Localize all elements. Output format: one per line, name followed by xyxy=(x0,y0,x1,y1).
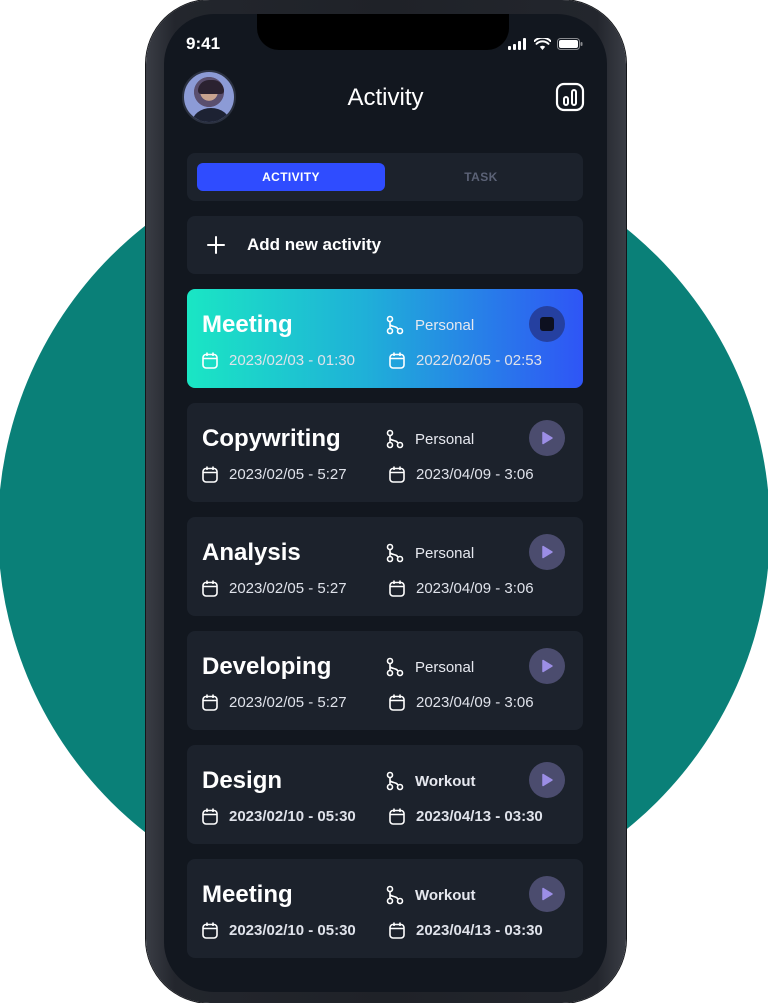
category-label: Workout xyxy=(415,772,476,790)
calendar-icon xyxy=(202,352,218,369)
end-date-text: 2023/04/13 - 03:30 xyxy=(416,808,543,825)
activity-card[interactable]: Meeting Workout 2023/02/10 - 05:30 2023/… xyxy=(187,859,583,958)
activity-dates: 2023/02/10 - 05:30 2023/04/13 - 03:30 xyxy=(202,922,572,939)
category-label: Workout xyxy=(415,886,476,904)
play-icon xyxy=(542,773,553,787)
page-title: Activity xyxy=(347,84,424,111)
activity-category: Personal xyxy=(385,429,474,449)
calendar-icon xyxy=(389,580,405,597)
activity-card[interactable]: Copywriting Personal 2023/02/05 - 5:27 2… xyxy=(187,403,583,502)
calendar-icon xyxy=(202,922,218,939)
activity-category: Workout xyxy=(385,771,476,791)
activity-title: Developing xyxy=(202,653,332,680)
end-date: 2023/04/13 - 03:30 xyxy=(389,808,543,825)
tab-task[interactable]: TASK xyxy=(387,163,575,191)
activity-title: Copywriting xyxy=(202,425,341,452)
calendar-icon xyxy=(202,580,218,597)
end-date-text: 2023/04/09 - 3:06 xyxy=(416,694,534,711)
play-button[interactable] xyxy=(529,762,565,798)
calendar-icon xyxy=(202,694,218,711)
activity-category: Personal xyxy=(385,543,474,563)
start-date-text: 2023/02/10 - 05:30 xyxy=(229,922,356,939)
activity-dates: 2023/02/10 - 05:30 2023/04/13 - 03:30 xyxy=(202,808,572,825)
calendar-icon xyxy=(389,922,405,939)
end-date: 2023/04/13 - 03:30 xyxy=(389,922,543,939)
status-icons xyxy=(508,38,583,50)
start-date-text: 2023/02/10 - 05:30 xyxy=(229,808,356,825)
start-date-text: 2023/02/05 - 5:27 xyxy=(229,694,347,711)
activity-card[interactable]: Analysis Personal 2023/02/05 - 5:27 2023… xyxy=(187,517,583,616)
calendar-icon xyxy=(202,466,218,483)
wifi-icon xyxy=(534,38,551,50)
tab-bar: ACTIVITY TASK xyxy=(187,153,583,201)
start-date-text: 2023/02/03 - 01:30 xyxy=(229,352,355,369)
branch-icon xyxy=(386,771,404,791)
activity-category: Workout xyxy=(385,885,476,905)
activity-card[interactable]: Developing Personal 2023/02/05 - 5:27 20… xyxy=(187,631,583,730)
activity-dates: 2023/02/05 - 5:27 2023/04/09 - 3:06 xyxy=(202,466,572,483)
tab-activity[interactable]: ACTIVITY xyxy=(197,163,385,191)
category-label: Personal xyxy=(415,430,475,448)
end-date: 2023/04/09 - 3:06 xyxy=(389,466,534,483)
calendar-icon xyxy=(389,466,405,483)
activity-title: Meeting xyxy=(202,881,293,908)
calendar-icon xyxy=(389,694,405,711)
end-date-text: 2023/04/13 - 03:30 xyxy=(416,922,543,939)
status-time: 9:41 xyxy=(186,34,221,53)
add-activity-button[interactable]: Add new activity xyxy=(187,216,583,274)
activity-title: Design xyxy=(202,767,283,794)
play-button[interactable] xyxy=(529,876,565,912)
start-date: 2023/02/03 - 01:30 xyxy=(202,352,389,369)
end-date-text: 2023/04/09 - 3:06 xyxy=(416,580,534,597)
branch-icon xyxy=(386,657,404,677)
signal-icon xyxy=(508,38,526,50)
end-date: 2023/04/09 - 3:06 xyxy=(389,580,534,597)
play-button[interactable] xyxy=(529,648,565,684)
category-label: Personal xyxy=(415,316,475,334)
bar-chart-icon[interactable] xyxy=(555,82,585,112)
activity-dates: 2023/02/05 - 5:27 2023/04/09 - 3:06 xyxy=(202,694,572,711)
plus-icon xyxy=(207,236,225,254)
battery-icon xyxy=(557,38,583,50)
activity-title: Analysis xyxy=(202,539,301,566)
activity-dates: 2023/02/03 - 01:30 2022/02/05 - 02:53 xyxy=(202,352,572,369)
end-date: 2022/02/05 - 02:53 xyxy=(389,352,542,369)
stop-icon xyxy=(540,317,554,331)
activity-card[interactable]: Meeting Personal 2023/02/03 - 01:30 2022… xyxy=(187,289,583,388)
play-icon xyxy=(542,431,553,445)
notch xyxy=(257,14,509,50)
branch-icon xyxy=(386,315,404,335)
add-activity-label: Add new activity xyxy=(247,235,382,254)
calendar-icon xyxy=(202,808,218,825)
start-date: 2023/02/05 - 5:27 xyxy=(202,694,389,711)
play-icon xyxy=(542,545,553,559)
start-date: 2023/02/05 - 5:27 xyxy=(202,466,389,483)
branch-icon xyxy=(386,885,404,905)
play-button[interactable] xyxy=(529,420,565,456)
phone-screen: 9:41 Activity ACTIVITY TASK Add new acti… xyxy=(164,14,607,992)
start-date-text: 2023/02/05 - 5:27 xyxy=(229,580,347,597)
end-date-text: 2023/04/09 - 3:06 xyxy=(416,466,534,483)
start-date: 2023/02/10 - 05:30 xyxy=(202,922,389,939)
stop-button[interactable] xyxy=(529,306,565,342)
activity-title: Meeting xyxy=(202,311,293,338)
play-icon xyxy=(542,887,553,901)
start-date: 2023/02/05 - 5:27 xyxy=(202,580,389,597)
activity-category: Personal xyxy=(385,315,474,335)
category-label: Personal xyxy=(415,658,475,676)
play-icon xyxy=(542,659,553,673)
calendar-icon xyxy=(389,352,405,369)
category-label: Personal xyxy=(415,544,475,562)
start-date-text: 2023/02/05 - 5:27 xyxy=(229,466,347,483)
end-date-text: 2022/02/05 - 02:53 xyxy=(416,352,542,369)
play-button[interactable] xyxy=(529,534,565,570)
activity-card[interactable]: Design Workout 2023/02/10 - 05:30 2023/0… xyxy=(187,745,583,844)
calendar-icon xyxy=(389,808,405,825)
branch-icon xyxy=(386,429,404,449)
activity-category: Personal xyxy=(385,657,474,677)
activity-dates: 2023/02/05 - 5:27 2023/04/09 - 3:06 xyxy=(202,580,572,597)
branch-icon xyxy=(386,543,404,563)
end-date: 2023/04/09 - 3:06 xyxy=(389,694,534,711)
start-date: 2023/02/10 - 05:30 xyxy=(202,808,389,825)
